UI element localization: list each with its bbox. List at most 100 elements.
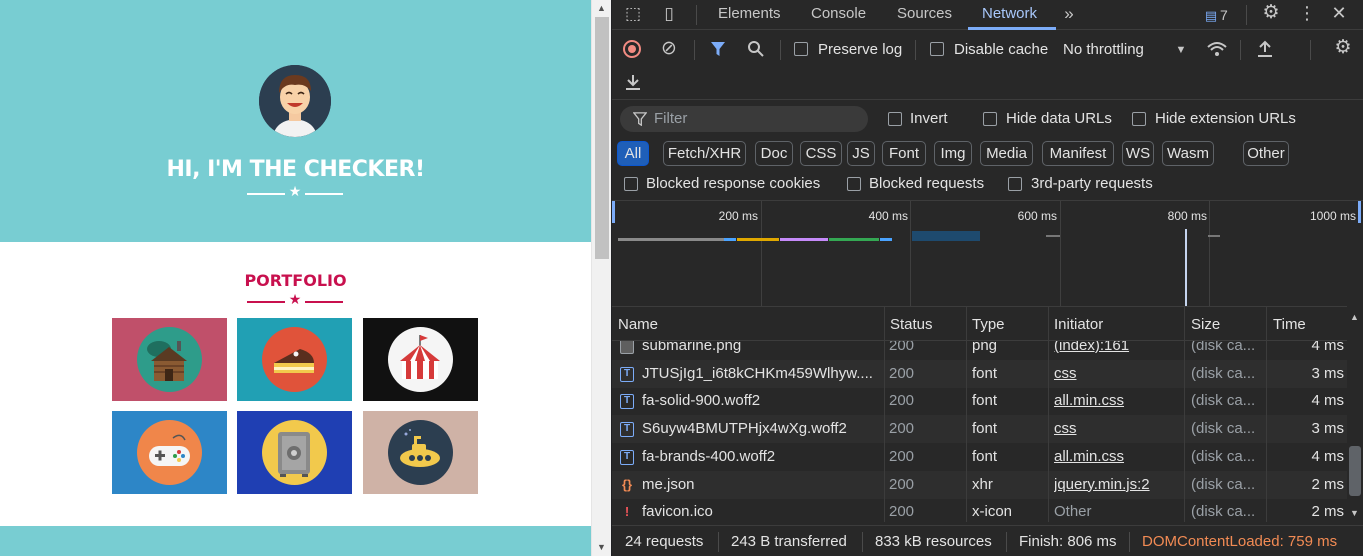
- tab-network[interactable]: Network: [982, 5, 1037, 22]
- filter-funnel-icon[interactable]: [710, 41, 726, 61]
- filter-chip-img[interactable]: Img: [934, 141, 972, 166]
- issues-count[interactable]: 7: [1220, 7, 1228, 23]
- clear-icon[interactable]: ⊘: [658, 39, 680, 59]
- filter-chip-css[interactable]: CSS: [800, 141, 842, 166]
- timeline-bar: [724, 238, 736, 241]
- portfolio-item-submarine[interactable]: [363, 411, 478, 494]
- portfolio-item-circus[interactable]: [363, 318, 478, 401]
- table-scrollbar[interactable]: ▲ ▼: [1347, 306, 1363, 522]
- network-settings-gear-icon[interactable]: ⚙: [1332, 38, 1354, 58]
- separator: [694, 40, 695, 60]
- font-file-icon: T: [620, 422, 634, 438]
- request-row[interactable]: Tfa-brands-400.woff2 200 font all.min.css (d…: [612, 443, 1347, 471]
- chevron-down-icon[interactable]: ▼: [1174, 40, 1188, 60]
- tab-elements[interactable]: Elements: [718, 5, 781, 22]
- table-scrollbar-thumb[interactable]: [1349, 446, 1361, 496]
- divider: [612, 99, 1363, 100]
- request-type: x-icon: [972, 503, 1013, 521]
- hide-extension-urls-checkbox[interactable]: [1132, 112, 1146, 126]
- scroll-up-arrow-icon[interactable]: ▲: [597, 3, 606, 13]
- issues-icon[interactable]: ▤: [1204, 6, 1218, 26]
- filter-field[interactable]: [620, 106, 868, 132]
- cake-icon: [262, 327, 327, 392]
- timeline-handle-right[interactable]: [1358, 201, 1361, 223]
- divider-line: [305, 193, 343, 195]
- column-header-initiator[interactable]: Initiator: [1054, 316, 1103, 333]
- disable-cache-checkbox[interactable]: [930, 42, 944, 56]
- hero-title: HI, I'M THE CHECKER!: [166, 157, 425, 182]
- page-scrollbar[interactable]: ▲ ▼: [591, 0, 611, 556]
- scroll-down-arrow-icon[interactable]: ▼: [1350, 508, 1359, 518]
- column-separator[interactable]: [1048, 306, 1049, 522]
- more-options-icon[interactable]: ⋮: [1298, 3, 1316, 23]
- column-separator[interactable]: [1184, 306, 1185, 522]
- column-header-status[interactable]: Status: [890, 316, 933, 333]
- import-har-upload-icon[interactable]: [1256, 40, 1274, 62]
- close-devtools-icon[interactable]: ✕: [1330, 3, 1348, 23]
- tab-console[interactable]: Console: [811, 5, 866, 22]
- request-time: 2 ms: [1311, 503, 1344, 521]
- timeline-bar: [880, 238, 892, 241]
- portfolio-item-cabin[interactable]: [112, 318, 227, 401]
- font-file-icon: T: [620, 394, 634, 410]
- separator: [915, 40, 916, 60]
- scroll-up-arrow-icon[interactable]: ▲: [1350, 312, 1359, 322]
- active-tab-indicator: [968, 27, 1056, 30]
- filter-chip-js[interactable]: JS: [847, 141, 875, 166]
- request-status: 200: [889, 392, 915, 410]
- invert-checkbox[interactable]: [888, 112, 902, 126]
- preserve-log-checkbox[interactable]: [794, 42, 808, 56]
- blocked-response-cookies-checkbox[interactable]: [624, 177, 638, 191]
- request-row[interactable]: {} me.json 200 xhr jquery.min.js:2 (disk ca..…: [612, 470, 1347, 499]
- filter-chip-all[interactable]: All: [617, 141, 649, 166]
- search-icon[interactable]: [747, 40, 765, 62]
- hide-data-urls-checkbox[interactable]: [983, 112, 997, 126]
- device-toolbar-icon[interactable]: ▯: [658, 4, 680, 24]
- export-har-download-icon[interactable]: [624, 73, 642, 95]
- request-initiator[interactable]: jquery.min.js:2: [1054, 476, 1179, 493]
- request-initiator[interactable]: all.min.css: [1054, 392, 1179, 409]
- timeline-gridline: [910, 201, 911, 307]
- inspect-element-icon[interactable]: ⬚: [622, 4, 644, 24]
- throttling-select[interactable]: No throttling: [1063, 41, 1144, 58]
- request-initiator[interactable]: all.min.css: [1054, 448, 1179, 465]
- filter-chip-wasm[interactable]: Wasm: [1162, 141, 1214, 166]
- page-scrollbar-thumb[interactable]: [595, 17, 609, 259]
- more-tabs-chevron-icon[interactable]: »: [1060, 4, 1078, 24]
- scroll-down-arrow-icon[interactable]: ▼: [597, 542, 606, 552]
- portfolio-item-safe[interactable]: [237, 411, 352, 494]
- request-row[interactable]: Tfa-solid-900.woff2 200 font all.min.css (di…: [612, 387, 1347, 415]
- filter-chip-doc[interactable]: Doc: [755, 141, 793, 166]
- request-initiator[interactable]: css: [1054, 420, 1179, 437]
- request-row[interactable]: T S6uyw4BMUTPHjx4wXg.woff2 200 font css (disk…: [612, 415, 1347, 444]
- request-size: (disk ca...: [1191, 475, 1256, 493]
- network-conditions-wifi-icon[interactable]: [1206, 40, 1228, 62]
- column-header-type[interactable]: Type: [972, 316, 1005, 333]
- column-separator[interactable]: [884, 306, 885, 522]
- third-party-requests-checkbox[interactable]: [1008, 177, 1022, 191]
- filter-input[interactable]: [654, 110, 854, 127]
- request-initiator[interactable]: css: [1054, 365, 1179, 382]
- record-stop-button[interactable]: [623, 40, 641, 58]
- column-header-time[interactable]: Time: [1273, 316, 1306, 333]
- filter-chip-fetch-xhr[interactable]: Fetch/XHR: [663, 141, 746, 166]
- portfolio-item-game[interactable]: [112, 411, 227, 494]
- filter-chip-other[interactable]: Other: [1243, 141, 1289, 166]
- request-row[interactable]: ! favicon.ico 200 x-icon Other (disk ca... 2 m…: [612, 498, 1347, 522]
- column-header-name[interactable]: Name: [618, 316, 658, 333]
- portfolio-item-cake[interactable]: [237, 318, 352, 401]
- network-overview-timeline[interactable]: 200 ms 400 ms 600 ms 800 ms 1000 ms: [612, 200, 1363, 307]
- filter-chip-ws[interactable]: WS: [1122, 141, 1154, 166]
- settings-gear-icon[interactable]: ⚙: [1260, 3, 1282, 23]
- column-separator[interactable]: [966, 306, 967, 522]
- blocked-requests-checkbox[interactable]: [847, 177, 861, 191]
- request-row[interactable]: T JTUSjIg1_i6t8kCHKm459Wlhyw.... 200 font cs…: [612, 359, 1347, 388]
- request-time: 3 ms: [1311, 364, 1344, 382]
- tab-sources[interactable]: Sources: [897, 5, 952, 22]
- timeline-handle-left[interactable]: [612, 201, 615, 223]
- column-separator[interactable]: [1266, 306, 1267, 522]
- filter-chip-manifest[interactable]: Manifest: [1042, 141, 1114, 166]
- column-header-size[interactable]: Size: [1191, 316, 1220, 333]
- filter-chip-media[interactable]: Media: [980, 141, 1033, 166]
- filter-chip-font[interactable]: Font: [882, 141, 926, 166]
